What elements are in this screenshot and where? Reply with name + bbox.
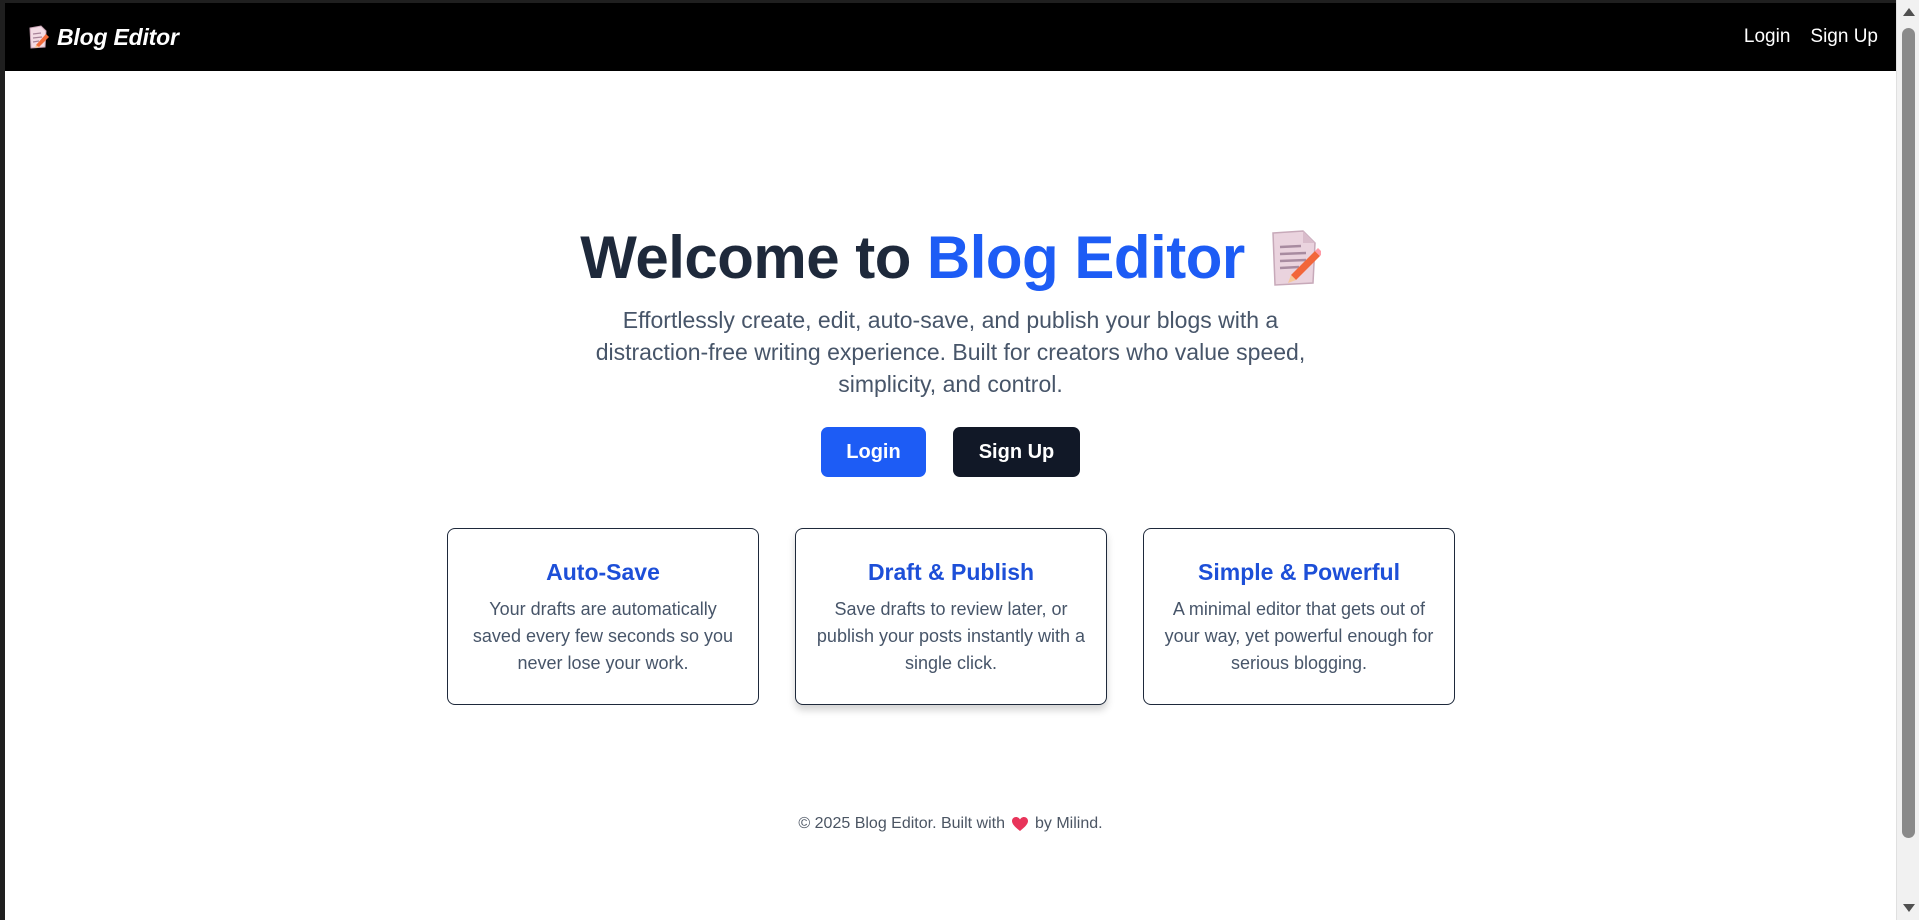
nav-links: Login Sign Up [1744, 26, 1878, 48]
feature-card-desc: Save drafts to review later, or publish … [816, 599, 1086, 673]
memo-icon [1271, 229, 1321, 286]
nav-signup-link[interactable]: Sign Up [1810, 26, 1878, 48]
hero-section: Welcome to Blog Editor Effortlessly crea… [5, 223, 1896, 477]
feature-card-simple-powerful: Simple & Powerful A minimal editor that … [1143, 528, 1455, 705]
feature-card-title: Auto-Save [546, 559, 660, 585]
footer-text-after: by Milind. [1035, 815, 1103, 832]
brand[interactable]: Blog Editor [27, 24, 179, 51]
feature-card-desc: Your drafts are automatically saved ever… [472, 599, 734, 673]
brand-name: Blog Editor [57, 23, 179, 50]
feature-card-autosave: Auto-Save Your drafts are automatically … [447, 528, 759, 705]
hero-title-accent: Blog Editor [926, 224, 1245, 291]
signup-button[interactable]: Sign Up [953, 427, 1080, 477]
browser-frame: Blog Editor Login Sign Up Welcome to Blo… [0, 0, 1919, 920]
vertical-scrollbar[interactable] [1896, 0, 1919, 920]
feature-card-desc: A minimal editor that gets out of your w… [1164, 599, 1434, 673]
feature-card-title: Draft & Publish [867, 559, 1035, 585]
hero-subtitle: Effortlessly create, edit, auto-save, an… [595, 307, 1306, 397]
scroll-thumb[interactable] [1902, 28, 1915, 838]
page: Blog Editor Login Sign Up Welcome to Blo… [5, 3, 1896, 920]
footer-text-before: © 2025 Blog Editor. Built with [798, 815, 1005, 832]
nav-login-link[interactable]: Login [1744, 26, 1791, 48]
hero-buttons: Login Sign Up [5, 427, 1896, 477]
memo-icon [29, 25, 49, 49]
heart-icon [1012, 817, 1028, 831]
login-button[interactable]: Login [821, 427, 926, 477]
feature-card-title: Simple & Powerful [1198, 559, 1400, 585]
feature-card-draft-publish: Draft & Publish Save drafts to review la… [795, 528, 1107, 705]
hero-title: Welcome to Blog Editor [580, 223, 1321, 292]
scroll-up-icon[interactable] [1903, 8, 1915, 16]
footer: © 2025 Blog Editor. Built with by Milind… [5, 815, 1896, 833]
navbar: Blog Editor Login Sign Up [5, 3, 1896, 71]
features-section: Auto-Save Your drafts are automatically … [447, 528, 1455, 705]
scroll-down-icon[interactable] [1903, 904, 1915, 912]
hero-title-prefix: Welcome to [580, 224, 911, 291]
